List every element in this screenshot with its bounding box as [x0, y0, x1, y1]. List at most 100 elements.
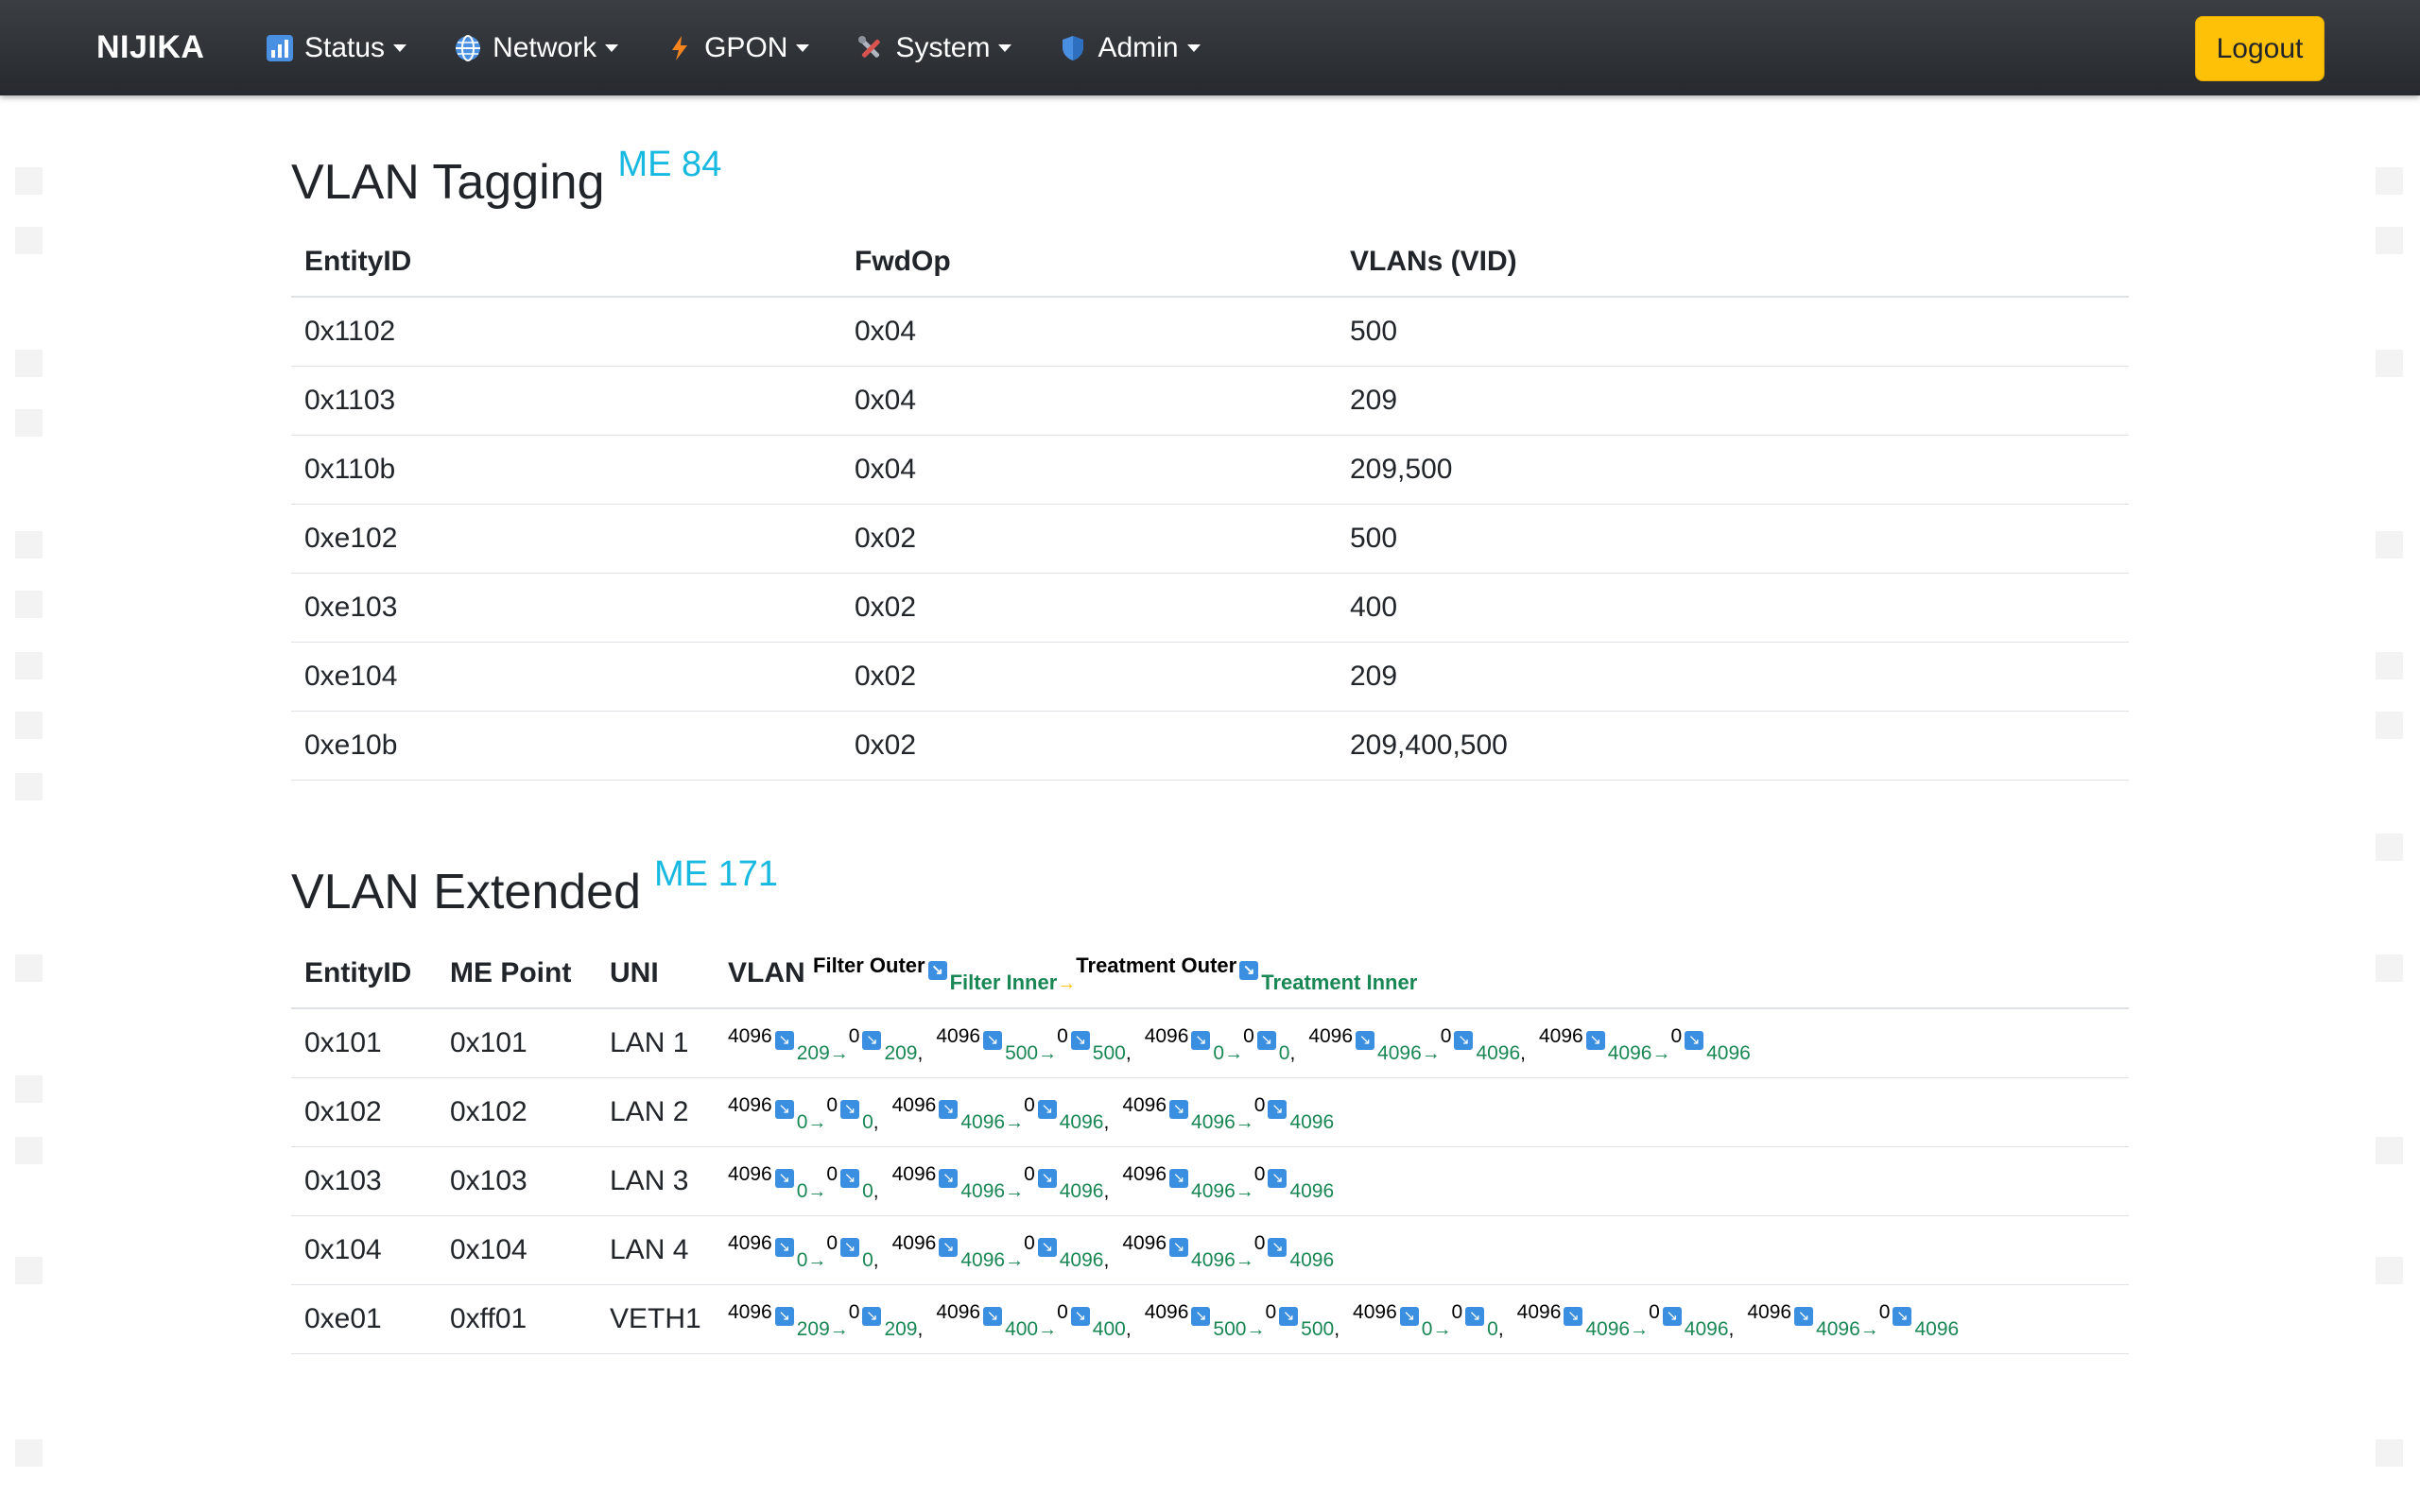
cell-vlan-rules: 4096 ↘209→0 ↘209,4096 ↘500→0 ↘500,4096 ↘0→0 ↘0… [715, 1008, 2129, 1078]
rule-filter-outer: 4096 [1516, 1301, 1562, 1323]
arrow-down-right-icon: ↘ [1356, 1031, 1375, 1050]
brand-logo[interactable]: NIJIKA [96, 0, 204, 95]
rule-filter-inner: 0 [796, 1180, 808, 1202]
nav-status-dropdown[interactable]: Status [265, 32, 407, 64]
rule-separator: , [1103, 1111, 1110, 1133]
vlan-extended-me-badge: ME 171 [654, 854, 778, 894]
rule-treatment-outer: 0 [1024, 1232, 1035, 1254]
rule-treatment-outer: 0 [848, 1025, 860, 1047]
arrow-right-icon: → [1432, 1319, 1452, 1340]
rule-treatment-inner: 0 [862, 1111, 873, 1133]
table-row: 0x1102 0x04 500 [291, 297, 2129, 367]
rule-treatment-outer: 0 [1057, 1301, 1068, 1323]
arrow-down-right-icon: ↘ [1037, 1169, 1057, 1188]
cell-fwdop: 0x04 [841, 297, 1337, 367]
logout-button[interactable]: Logout [2195, 16, 2325, 81]
table-row: 0xe104 0x02 209 [291, 642, 2129, 712]
table-header-row: EntityID ME Point UNI VLAN Filter Outer ↘… [291, 939, 2129, 1009]
cell-fwdop: 0x02 [841, 573, 1337, 643]
nav-network-dropdown[interactable]: Network [453, 32, 619, 64]
arrow-right-icon: → [1630, 1319, 1650, 1340]
rule-treatment-outer: 0 [1243, 1025, 1254, 1047]
legend-filter-outer: Filter Outer [813, 954, 925, 977]
arrow-right-icon: → [1421, 1043, 1441, 1064]
rule-treatment-inner: 0 [1487, 1318, 1498, 1340]
column-header-me-point: ME Point [437, 939, 596, 1009]
arrow-down-right-icon: ↘ [1794, 1307, 1814, 1326]
arrow-down-right-icon: ↘ [1037, 1100, 1057, 1119]
shield-icon [1058, 33, 1088, 63]
rule-treatment-outer: 0 [1878, 1301, 1891, 1323]
rule-filter-inner: 0 [1213, 1042, 1225, 1064]
arrow-down-right-icon: ↘ [1585, 1031, 1605, 1050]
rule-treatment-outer: 0 [1253, 1163, 1266, 1185]
arrow-right-icon: → [1235, 1250, 1254, 1271]
tools-icon [856, 33, 886, 63]
cell-vlans: 500 [1337, 504, 2129, 574]
arrow-down-right-icon: ↘ [1564, 1307, 1583, 1326]
rule-filter-outer: 4096 [1747, 1301, 1792, 1323]
rule-filter-outer: 4096 [1353, 1301, 1397, 1323]
rule-filter-inner: 0 [796, 1249, 808, 1271]
arrow-right-icon: → [807, 1181, 827, 1202]
table-row: 0xe10b 0x02 209,400,500 [291, 711, 2129, 781]
rule-treatment-inner: 400 [1092, 1318, 1126, 1340]
cell-vlan-rules: 4096 ↘0→0 ↘0,4096 ↘4096→0 ↘4096,4096 ↘4096→0 ↘… [715, 1146, 2129, 1216]
rule-treatment-inner: 4096 [1914, 1318, 1960, 1340]
cell-entityid: 0xe104 [291, 642, 841, 712]
rule-filter-outer: 4096 [891, 1163, 937, 1185]
arrow-down-right-icon: ↘ [774, 1307, 794, 1326]
rule-filter-inner: 4096 [1585, 1318, 1631, 1340]
nav-admin-dropdown[interactable]: Admin [1058, 32, 1201, 64]
table-row: 0xe103 0x02 400 [291, 573, 2129, 643]
rule-filter-outer: 4096 [728, 1094, 772, 1116]
rule-filter-outer: 4096 [1122, 1094, 1167, 1116]
rule-separator: , [1289, 1042, 1296, 1064]
arrow-right-icon: → [829, 1319, 849, 1340]
column-header-uni: UNI [596, 939, 715, 1009]
nav-system-label: System [895, 31, 991, 63]
cell-me-point: 0xff01 [437, 1284, 596, 1354]
table-row: 0x101 0x101 LAN 1 4096 ↘209→0 ↘209,4096 ↘500→0… [291, 1008, 2129, 1078]
rule-treatment-inner: 4096 [1059, 1180, 1104, 1202]
arrow-down-right-icon: ↘ [1465, 1307, 1485, 1326]
rule-filter-outer: 4096 [1122, 1232, 1167, 1254]
legend-filter-inner: Filter Inner [949, 971, 1058, 994]
arrow-down-right-icon: ↘ [840, 1100, 860, 1119]
cell-fwdop: 0x04 [841, 366, 1337, 436]
cell-entityid: 0x104 [291, 1215, 437, 1285]
cell-vlans: 400 [1337, 573, 2129, 643]
rule-treatment-inner: 4096 [1706, 1042, 1751, 1064]
arrow-down-right-icon: ↘ [1070, 1307, 1090, 1326]
chevron-down-icon [1186, 43, 1201, 52]
nav-system-dropdown[interactable]: System [856, 31, 1012, 64]
rule-filter-outer: 4096 [728, 1163, 772, 1185]
arrow-right-icon: → [1057, 973, 1077, 994]
arrow-down-right-icon: ↘ [983, 1307, 1003, 1326]
rule-separator: , [1103, 1249, 1110, 1271]
arrow-right-icon: → [1005, 1112, 1025, 1133]
arrow-down-right-icon: ↘ [927, 961, 947, 980]
cell-vlan-rules: 4096 ↘209→0 ↘209,4096 ↘400→0 ↘400,4096 ↘500→0… [715, 1284, 2129, 1354]
arrow-right-icon: → [1235, 1181, 1254, 1202]
arrow-down-right-icon: ↘ [1454, 1031, 1474, 1050]
vlan-tagging-table: EntityID FwdOp VLANs (VID) 0x1102 0x04 500… [291, 228, 2129, 781]
rule-filter-inner: 500 [1005, 1042, 1039, 1064]
rule-treatment-outer: 0 [1670, 1025, 1683, 1047]
rule-treatment-inner: 4096 [1289, 1180, 1335, 1202]
rule-filter-outer: 4096 [728, 1025, 772, 1047]
arrow-down-right-icon: ↘ [774, 1100, 794, 1119]
rule-filter-outer: 4096 [936, 1301, 981, 1323]
rule-treatment-outer: 0 [1265, 1301, 1277, 1323]
rule-filter-inner: 4096 [960, 1111, 1006, 1133]
arrow-down-right-icon: ↘ [1893, 1307, 1912, 1326]
lightning-icon [665, 33, 695, 63]
nav-gpon-dropdown[interactable]: GPON [665, 32, 810, 64]
table-row: 0x103 0x103 LAN 3 4096 ↘0→0 ↘0,4096 ↘4096→0 ↘40… [291, 1146, 2129, 1216]
vlan-extended-heading: VLAN Extended ME 171 [291, 854, 778, 920]
rule-treatment-inner: 209 [884, 1042, 918, 1064]
rule-filter-outer: 4096 [1539, 1025, 1583, 1047]
vlan-extended-table: EntityID ME Point UNI VLAN Filter Outer ↘… [291, 939, 2129, 1354]
rule-separator: , [917, 1318, 924, 1340]
rule-filter-outer: 4096 [1144, 1301, 1189, 1323]
